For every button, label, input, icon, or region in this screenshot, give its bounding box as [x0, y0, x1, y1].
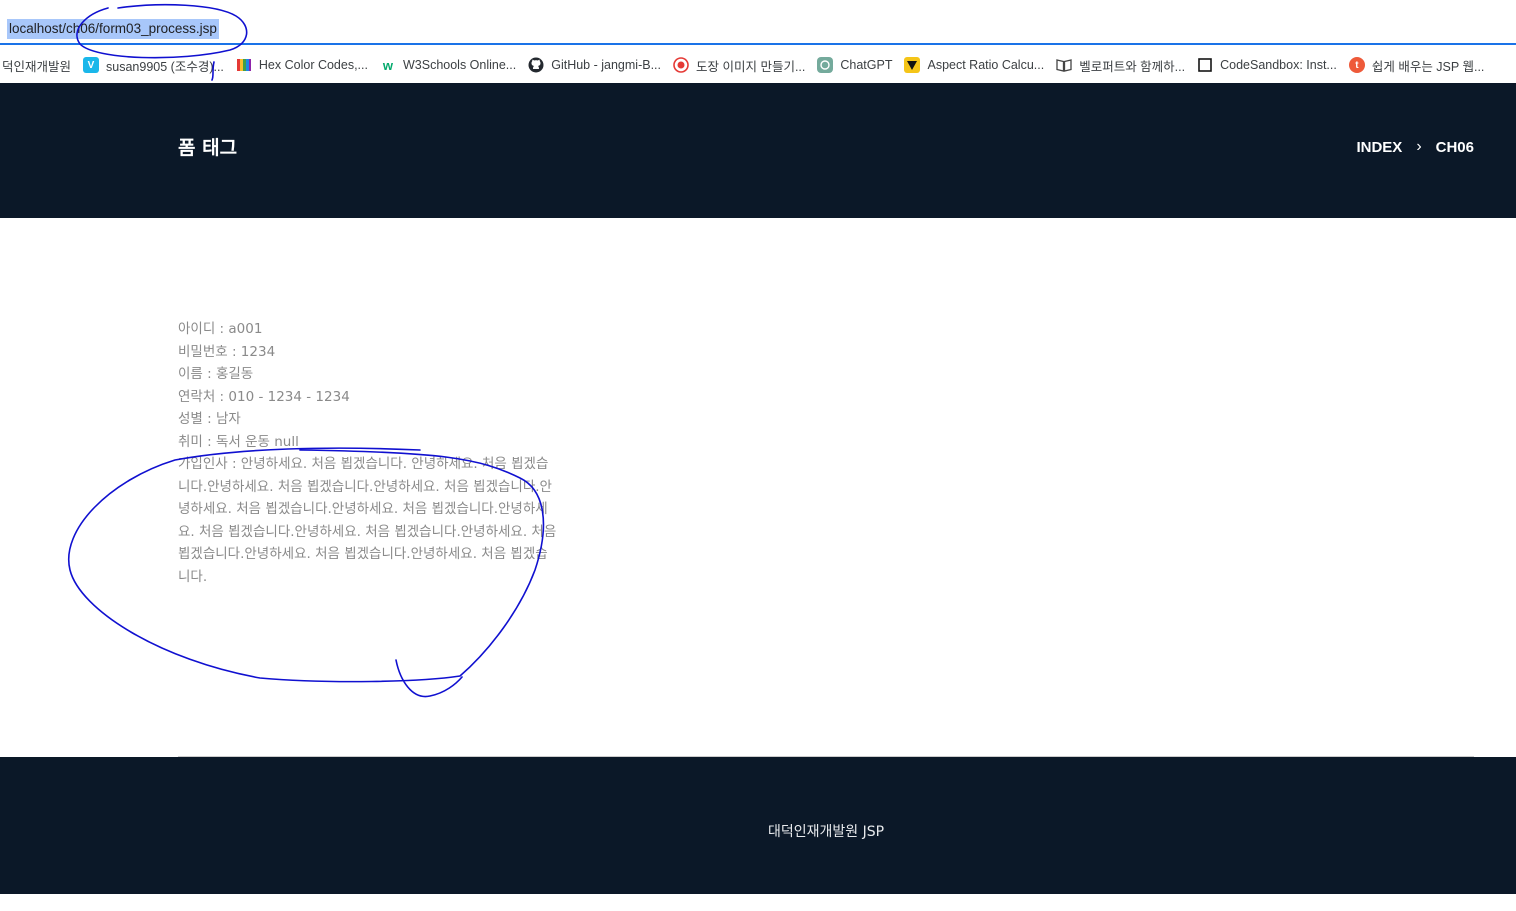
breadcrumb-separator-icon: › [1416, 138, 1422, 155]
bookmark-label: 도장 이미지 만들기... [696, 59, 806, 74]
bookmark-codesandbox[interactable]: CodeSandbox: Inst... [1191, 53, 1343, 77]
result-hobby: 취미 : 독서 운동 null [178, 433, 299, 450]
bookmark-label: Aspect Ratio Calcu... [927, 58, 1045, 72]
footer-text: 대덕인재개발원 JSP [767, 824, 885, 840]
tistory-icon: t [1348, 57, 1365, 73]
bookmark-aspect-ratio[interactable]: Aspect Ratio Calcu... [898, 53, 1050, 77]
bookmark-label: ChatGPT [840, 58, 893, 72]
chatgpt-icon [817, 57, 834, 73]
bookmarks-bar: 덕인재개발원 V susan9905 (조수경)... Hex Color Co… [0, 47, 1516, 83]
breadcrumb: INDEX › CH06 [1356, 138, 1474, 156]
github-icon [528, 57, 544, 73]
result-gender: 성별 : 남자 [178, 411, 241, 427]
bookmark-w3schools[interactable]: w W3Schools Online... [374, 53, 522, 77]
bookmark-label: W3Schools Online... [402, 58, 517, 72]
vimeo-icon: V [83, 57, 100, 73]
bookmark-label: GitHub - jangmi-B... [551, 58, 661, 72]
bookmark-velopert[interactable]: 벨로퍼트와 함께하... [1050, 53, 1191, 77]
bookmark-github[interactable]: GitHub - jangmi-B... [522, 53, 667, 77]
url-text[interactable]: localhost/ch06/form03_process.jsp [7, 19, 219, 39]
stamp-icon [673, 57, 689, 73]
bookmark-chatgpt[interactable]: ChatGPT [811, 53, 898, 77]
bookmark-label: Hex Color Codes,... [258, 58, 368, 72]
bookmark-label: 쉽게 배우는 JSP 웹... [1371, 59, 1485, 74]
breadcrumb-current: CH06 [1435, 138, 1474, 156]
w3schools-icon: w [382, 57, 394, 73]
bookmark-jsp-book[interactable]: t 쉽게 배우는 JSP 웹... [1343, 53, 1491, 77]
result-id: 아이디 : a001 [178, 321, 263, 337]
book-icon [1056, 57, 1072, 73]
result-name: 이름 : 홍길동 [178, 366, 254, 382]
bottom-strip [0, 894, 1516, 911]
bookmark-stamp[interactable]: 도장 이미지 만들기... [667, 53, 811, 77]
color-palette-icon [236, 57, 252, 73]
bookmark-vimeo[interactable]: V susan9905 (조수경)... [77, 53, 230, 77]
codesandbox-icon [1197, 57, 1213, 73]
bookmark-label: 덕인재개발원 [2, 59, 72, 74]
result-phone: 연락처 : 010 - 1234 - 1234 [178, 388, 350, 405]
result-password: 비밀번호 : 1234 [178, 343, 276, 360]
bookmark-ddit[interactable]: 덕인재개발원 [0, 53, 77, 77]
bookmark-hex-color[interactable]: Hex Color Codes,... [230, 53, 374, 77]
aspect-ratio-icon [904, 57, 921, 73]
form-result: 아이디 : a001 비밀번호 : 1234 이름 : 홍길동 연락처 : 01… [178, 318, 568, 588]
bookmark-label: CodeSandbox: Inst... [1220, 58, 1337, 72]
address-bar[interactable]: localhost/ch06/form03_process.jsp [0, 0, 1516, 45]
result-greeting: 가입인사 : 안녕하세요. 처음 뵙겠습니다. 안녕하세요. 처음 뵙겠습니다.… [178, 456, 557, 585]
breadcrumb-index[interactable]: INDEX [1356, 139, 1402, 156]
bookmark-label: 벨로퍼트와 함께하... [1079, 59, 1186, 74]
bookmark-label: susan9905 (조수경)... [106, 59, 224, 74]
page-title: 폼 태그 [178, 137, 238, 159]
